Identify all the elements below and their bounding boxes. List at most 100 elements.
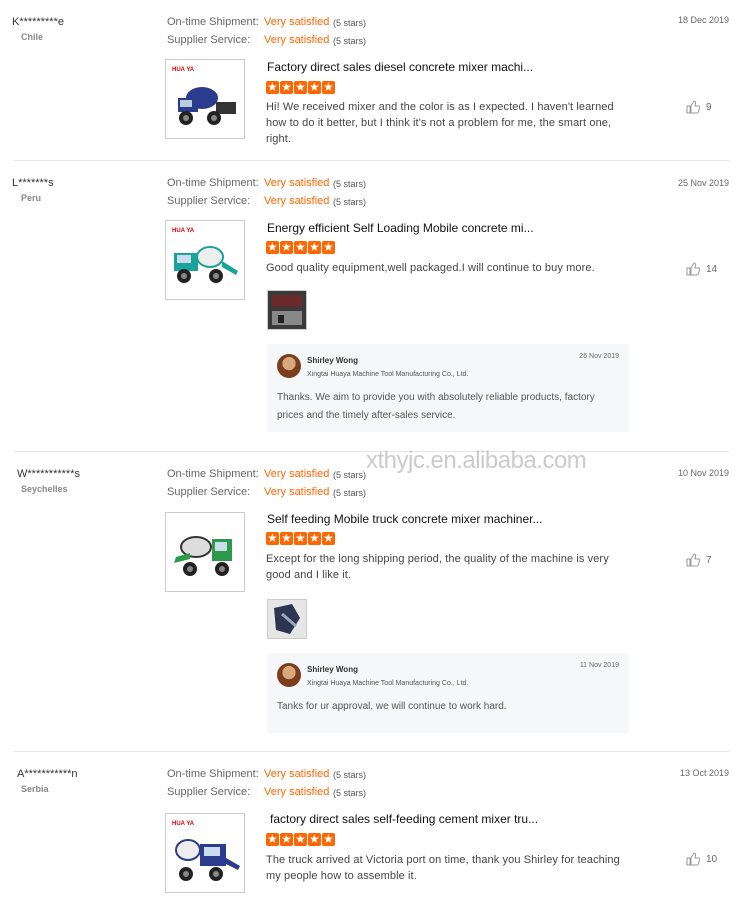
review-item: K*********e Chile On-time Shipment: Very… bbox=[0, 0, 750, 160]
avatar bbox=[277, 354, 301, 378]
supplier-label: Supplier Service: bbox=[167, 786, 251, 798]
product-thumbnail[interactable]: HUA YA bbox=[165, 59, 245, 139]
star-icon bbox=[294, 240, 307, 254]
rating-stars bbox=[266, 531, 335, 545]
review-photo-image bbox=[268, 600, 306, 638]
review-date: 18 Dec 2019 bbox=[677, 15, 729, 25]
on-time-label: On-time Shipment: bbox=[167, 768, 259, 780]
product-thumbnail[interactable]: HUA YA bbox=[165, 813, 245, 893]
review-item: L*******s Peru On-time Shipment: Very sa… bbox=[0, 161, 750, 451]
review-item: A***********n Serbia On-time Shipment: V… bbox=[0, 752, 750, 921]
on-time-label: On-time Shipment: bbox=[167, 16, 259, 28]
star-icon bbox=[308, 531, 321, 545]
supplier-value: Very satisfied bbox=[264, 195, 330, 207]
review-date: 25 Nov 2019 bbox=[677, 178, 729, 188]
supplier-label: Supplier Service: bbox=[167, 486, 251, 498]
avatar bbox=[277, 663, 301, 687]
review-date: 10 Nov 2019 bbox=[677, 468, 729, 478]
star-icon bbox=[294, 531, 307, 545]
star-icon bbox=[322, 240, 335, 254]
supplier-value: Very satisfied bbox=[264, 786, 330, 798]
thumbs-up-icon bbox=[686, 852, 700, 866]
reply-text: Tanks for ur approval, we will continue … bbox=[277, 701, 507, 712]
reply-company: Xingtai Huaya Machine Tool Manufacturing… bbox=[307, 371, 469, 378]
on-time-stars: (5 stars) bbox=[333, 18, 367, 28]
on-time-value: Very satisfied bbox=[264, 16, 330, 28]
supplier-stars: (5 stars) bbox=[333, 197, 367, 207]
buyer-name: K*********e bbox=[12, 16, 64, 28]
supplier-value: Very satisfied bbox=[264, 486, 330, 498]
review-photo-image bbox=[268, 291, 306, 329]
watermark: xthyjc.en.alibaba.com bbox=[366, 447, 587, 474]
reply-date: 26 Nov 2019 bbox=[579, 353, 619, 360]
buyer-name: A***********n bbox=[17, 768, 78, 780]
on-time-value: Very satisfied bbox=[264, 177, 330, 189]
product-thumbnail[interactable]: HUA YA bbox=[165, 220, 245, 300]
star-icon bbox=[266, 832, 279, 846]
buyer-country: Seychelles bbox=[21, 484, 68, 494]
review-comment: Good quality equipment,well packaged.I w… bbox=[266, 262, 595, 274]
supplier-stars: (5 stars) bbox=[333, 788, 367, 798]
on-time-stars: (5 stars) bbox=[333, 770, 367, 780]
buyer-country: Serbia bbox=[21, 784, 49, 794]
star-icon bbox=[266, 240, 279, 254]
on-time-value: Very satisfied bbox=[264, 468, 330, 480]
review-comment: Except for the long shipping period, the… bbox=[266, 553, 609, 581]
buyer-country: Peru bbox=[21, 193, 42, 203]
supplier-label: Supplier Service: bbox=[167, 195, 251, 207]
on-time-label: On-time Shipment: bbox=[167, 468, 259, 480]
rating-stars bbox=[266, 80, 335, 94]
product-title-link[interactable]: factory direct sales self-feeding cement… bbox=[270, 812, 538, 826]
brand-label: HUA YA bbox=[172, 228, 195, 234]
star-icon bbox=[280, 832, 293, 846]
star-icon bbox=[266, 80, 279, 94]
rating-stars bbox=[266, 240, 335, 254]
supplier-stars: (5 stars) bbox=[333, 36, 367, 46]
on-time-label: On-time Shipment: bbox=[167, 177, 259, 189]
product-title-link[interactable]: Factory direct sales diesel concrete mix… bbox=[267, 60, 533, 74]
reply-company: Xingtai Huaya Machine Tool Manufacturing… bbox=[307, 680, 469, 687]
thumbs-up-icon bbox=[686, 262, 700, 276]
buyer-name: L*******s bbox=[12, 177, 54, 189]
product-title-link[interactable]: Energy efficient Self Loading Mobile con… bbox=[267, 221, 534, 235]
like-button[interactable]: 7 bbox=[686, 553, 712, 567]
mixer-truck-image: HUA YA bbox=[166, 814, 244, 892]
supplier-reply: Shirley Wong Xingtai Huaya Machine Tool … bbox=[267, 653, 629, 733]
supplier-value: Very satisfied bbox=[264, 34, 330, 46]
thumbs-up-icon bbox=[686, 100, 700, 114]
like-button[interactable]: 14 bbox=[686, 262, 717, 276]
review-date: 13 Oct 2019 bbox=[679, 768, 729, 778]
like-count: 9 bbox=[706, 101, 712, 113]
reply-date: 11 Nov 2019 bbox=[579, 662, 619, 669]
star-icon bbox=[322, 80, 335, 94]
star-icon bbox=[266, 531, 279, 545]
like-button[interactable]: 10 bbox=[686, 852, 717, 866]
reply-text: Thanks. We aim to provide you with absol… bbox=[277, 392, 595, 421]
on-time-stars: (5 stars) bbox=[333, 179, 367, 189]
brand-label: HUA YA bbox=[172, 821, 195, 827]
star-icon bbox=[322, 531, 335, 545]
star-icon bbox=[308, 80, 321, 94]
on-time-value: Very satisfied bbox=[264, 768, 330, 780]
brand-label: HUA YA bbox=[172, 67, 195, 73]
star-icon bbox=[308, 832, 321, 846]
review-photo[interactable] bbox=[267, 290, 307, 330]
like-button[interactable]: 9 bbox=[686, 100, 712, 114]
star-icon bbox=[308, 240, 321, 254]
thumbs-up-icon bbox=[686, 553, 700, 567]
like-count: 7 bbox=[706, 554, 712, 566]
like-count: 10 bbox=[706, 853, 718, 865]
star-icon bbox=[280, 240, 293, 254]
review-photo[interactable] bbox=[267, 599, 307, 639]
product-title-link[interactable]: Self feeding Mobile truck concrete mixer… bbox=[267, 512, 542, 526]
mixer-truck-image bbox=[166, 513, 244, 591]
review-item: W***********s Seychelles On-time Shipmen… bbox=[0, 452, 750, 751]
on-time-stars: (5 stars) bbox=[333, 470, 367, 480]
star-icon bbox=[280, 80, 293, 94]
like-count: 14 bbox=[706, 263, 718, 275]
buyer-name: W***********s bbox=[17, 468, 80, 480]
reply-author: Shirley Wong bbox=[307, 356, 358, 365]
reply-author: Shirley Wong bbox=[307, 665, 358, 674]
product-thumbnail[interactable] bbox=[165, 512, 245, 592]
supplier-reply: Shirley Wong Xingtai Huaya Machine Tool … bbox=[267, 344, 629, 432]
